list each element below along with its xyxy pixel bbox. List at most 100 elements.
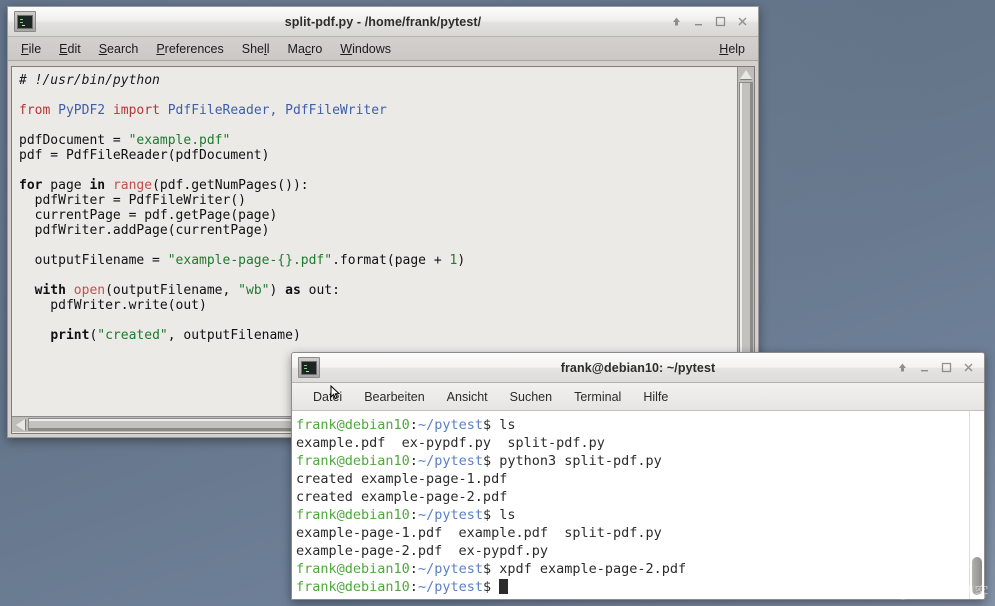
terminal-output-line: example-page-1.pdf example.pdf split-pdf…	[296, 524, 969, 542]
code-token	[105, 103, 113, 118]
terminal-output-line: created example-page-1.pdf	[296, 470, 969, 488]
code-line	[19, 163, 737, 178]
terminal-command: ls	[499, 507, 515, 523]
terminal-menu-datei[interactable]: Datei	[302, 386, 353, 408]
terminal-output-text: created example-page-2.pdf	[296, 489, 507, 505]
terminal-menu-terminal[interactable]: Terminal	[563, 386, 632, 408]
terminal-icon	[298, 357, 320, 378]
code-token: "example-page-{}.pdf"	[168, 253, 332, 268]
menu-item-preferences[interactable]: Preferences	[147, 39, 232, 58]
maximize-button[interactable]	[714, 15, 727, 28]
minimize-button[interactable]	[918, 361, 931, 374]
shade-button[interactable]	[670, 15, 683, 28]
terminal-menubar[interactable]: Datei Bearbeiten Ansicht Suchen Terminal…	[292, 383, 984, 411]
terminal-command: ls	[499, 417, 515, 433]
terminal-window-buttons[interactable]	[896, 361, 980, 374]
prompt-separator: :	[410, 417, 418, 433]
code-token: , outputFilename)	[168, 328, 301, 343]
prompt-user: frank@debian10	[296, 417, 410, 433]
code-token: out:	[301, 283, 340, 298]
code-line: pdfWriter.write(out)	[19, 298, 737, 313]
code-token: page	[42, 178, 89, 193]
code-token: "created"	[97, 328, 167, 343]
terminal-prompt-line: frank@debian10:~/pytest$ xpdf example-pa…	[296, 560, 969, 578]
code-line: pdfWriter.addPage(currentPage)	[19, 223, 737, 238]
terminal-output-text: created example-page-1.pdf	[296, 471, 507, 487]
prompt-user: frank@debian10	[296, 507, 410, 523]
code-token: pdfWriter.write(out)	[19, 298, 207, 313]
code-token	[105, 178, 113, 193]
code-token: pdfDocument =	[19, 133, 129, 148]
terminal-menu-ansicht[interactable]: Ansicht	[436, 386, 499, 408]
close-button[interactable]	[736, 15, 749, 28]
editor-window-buttons[interactable]	[670, 15, 754, 28]
terminal-body: frank@debian10:~/pytest$ lsexample.pdf e…	[292, 411, 984, 599]
terminal-output-text: example-page-2.pdf ex-pypdf.py	[296, 543, 548, 559]
menu-item-edit[interactable]: Edit	[50, 39, 90, 58]
code-token: )	[457, 253, 465, 268]
code-line: outputFilename = "example-page-{}.pdf".f…	[19, 253, 737, 268]
close-button[interactable]	[962, 361, 975, 374]
terminal-prompt-line: frank@debian10:~/pytest$ ls	[296, 416, 969, 434]
scroll-up-arrow-icon[interactable]	[740, 70, 752, 79]
terminal-menu-suchen[interactable]: Suchen	[499, 386, 563, 408]
minimize-button[interactable]	[692, 15, 705, 28]
code-token: pdfWriter = PdfFileWriter()	[19, 193, 246, 208]
terminal-menu-bearbeiten[interactable]: Bearbeiten	[353, 386, 435, 408]
scroll-left-arrow-icon[interactable]	[16, 419, 25, 431]
terminal-output-line: example.pdf ex-pypdf.py split-pdf.py	[296, 434, 969, 452]
terminal-window[interactable]: frank@debian10: ~/pytest Datei Bearbeite…	[291, 352, 985, 600]
code-token: with	[35, 283, 66, 298]
prompt-path: ~/pytest	[418, 417, 483, 433]
menu-item-macro[interactable]: Macro	[279, 39, 332, 58]
code-token: "wb"	[238, 283, 269, 298]
terminal-output-line: created example-page-2.pdf	[296, 488, 969, 506]
menu-item-windows[interactable]: Windows	[331, 39, 400, 58]
menu-item-shell[interactable]: Shell	[233, 39, 279, 58]
terminal-output-line: example-page-2.pdf ex-pypdf.py	[296, 542, 969, 560]
prompt-separator: :	[410, 579, 418, 595]
code-token: )	[269, 283, 285, 298]
code-line: from PyPDF2 import PdfFileReader, PdfFil…	[19, 103, 737, 118]
terminal-prompt-line: frank@debian10:~/pytest$ ls	[296, 506, 969, 524]
code-token: # !/usr/bin/python	[19, 73, 160, 88]
menu-item-search[interactable]: Search	[90, 39, 148, 58]
prompt-separator: :	[410, 453, 418, 469]
maximize-button[interactable]	[940, 361, 953, 374]
shade-button[interactable]	[896, 361, 909, 374]
menu-item-help[interactable]: Help	[710, 39, 754, 58]
editor-titlebar[interactable]: split-pdf.py - /home/frank/pytest/	[8, 7, 758, 37]
code-token: (outputFilename,	[105, 283, 238, 298]
terminal-scrollbar[interactable]	[969, 411, 984, 599]
code-line: with open(outputFilename, "wb") as out:	[19, 283, 737, 298]
code-line	[19, 88, 737, 103]
prompt-path: ~/pytest	[418, 561, 483, 577]
code-line: for page in range(pdf.getNumPages()):	[19, 178, 737, 193]
terminal-screen[interactable]: frank@debian10:~/pytest$ lsexample.pdf e…	[292, 411, 969, 599]
terminal-title: frank@debian10: ~/pytest	[292, 361, 984, 375]
terminal-titlebar[interactable]: frank@debian10: ~/pytest	[292, 353, 984, 383]
code-token: "example.pdf"	[129, 133, 231, 148]
menu-item-file[interactable]: File	[12, 39, 50, 58]
prompt-separator: :	[410, 561, 418, 577]
python-idle-icon	[14, 11, 36, 32]
code-token	[19, 328, 50, 343]
code-line: # !/usr/bin/python	[19, 73, 737, 88]
prompt-separator: :	[410, 507, 418, 523]
prompt-user: frank@debian10	[296, 579, 410, 595]
prompt-dollar: $	[483, 417, 499, 433]
terminal-prompt-line: frank@debian10:~/pytest$ python3 split-p…	[296, 452, 969, 470]
prompt-path: ~/pytest	[418, 507, 483, 523]
code-token	[66, 283, 74, 298]
code-token: range	[113, 178, 152, 193]
code-token: as	[285, 283, 301, 298]
editor-menubar[interactable]: File Edit Search Preferences Shell Macro…	[8, 37, 758, 61]
code-line: pdf = PdfFileReader(pdfDocument)	[19, 148, 737, 163]
terminal-scrollbar-thumb[interactable]	[972, 557, 982, 595]
code-token	[160, 103, 168, 118]
prompt-user: frank@debian10	[296, 453, 410, 469]
code-token: PyPDF2	[58, 103, 105, 118]
code-line	[19, 118, 737, 133]
terminal-menu-hilfe[interactable]: Hilfe	[632, 386, 679, 408]
terminal-output-text: example-page-1.pdf example.pdf split-pdf…	[296, 525, 662, 541]
